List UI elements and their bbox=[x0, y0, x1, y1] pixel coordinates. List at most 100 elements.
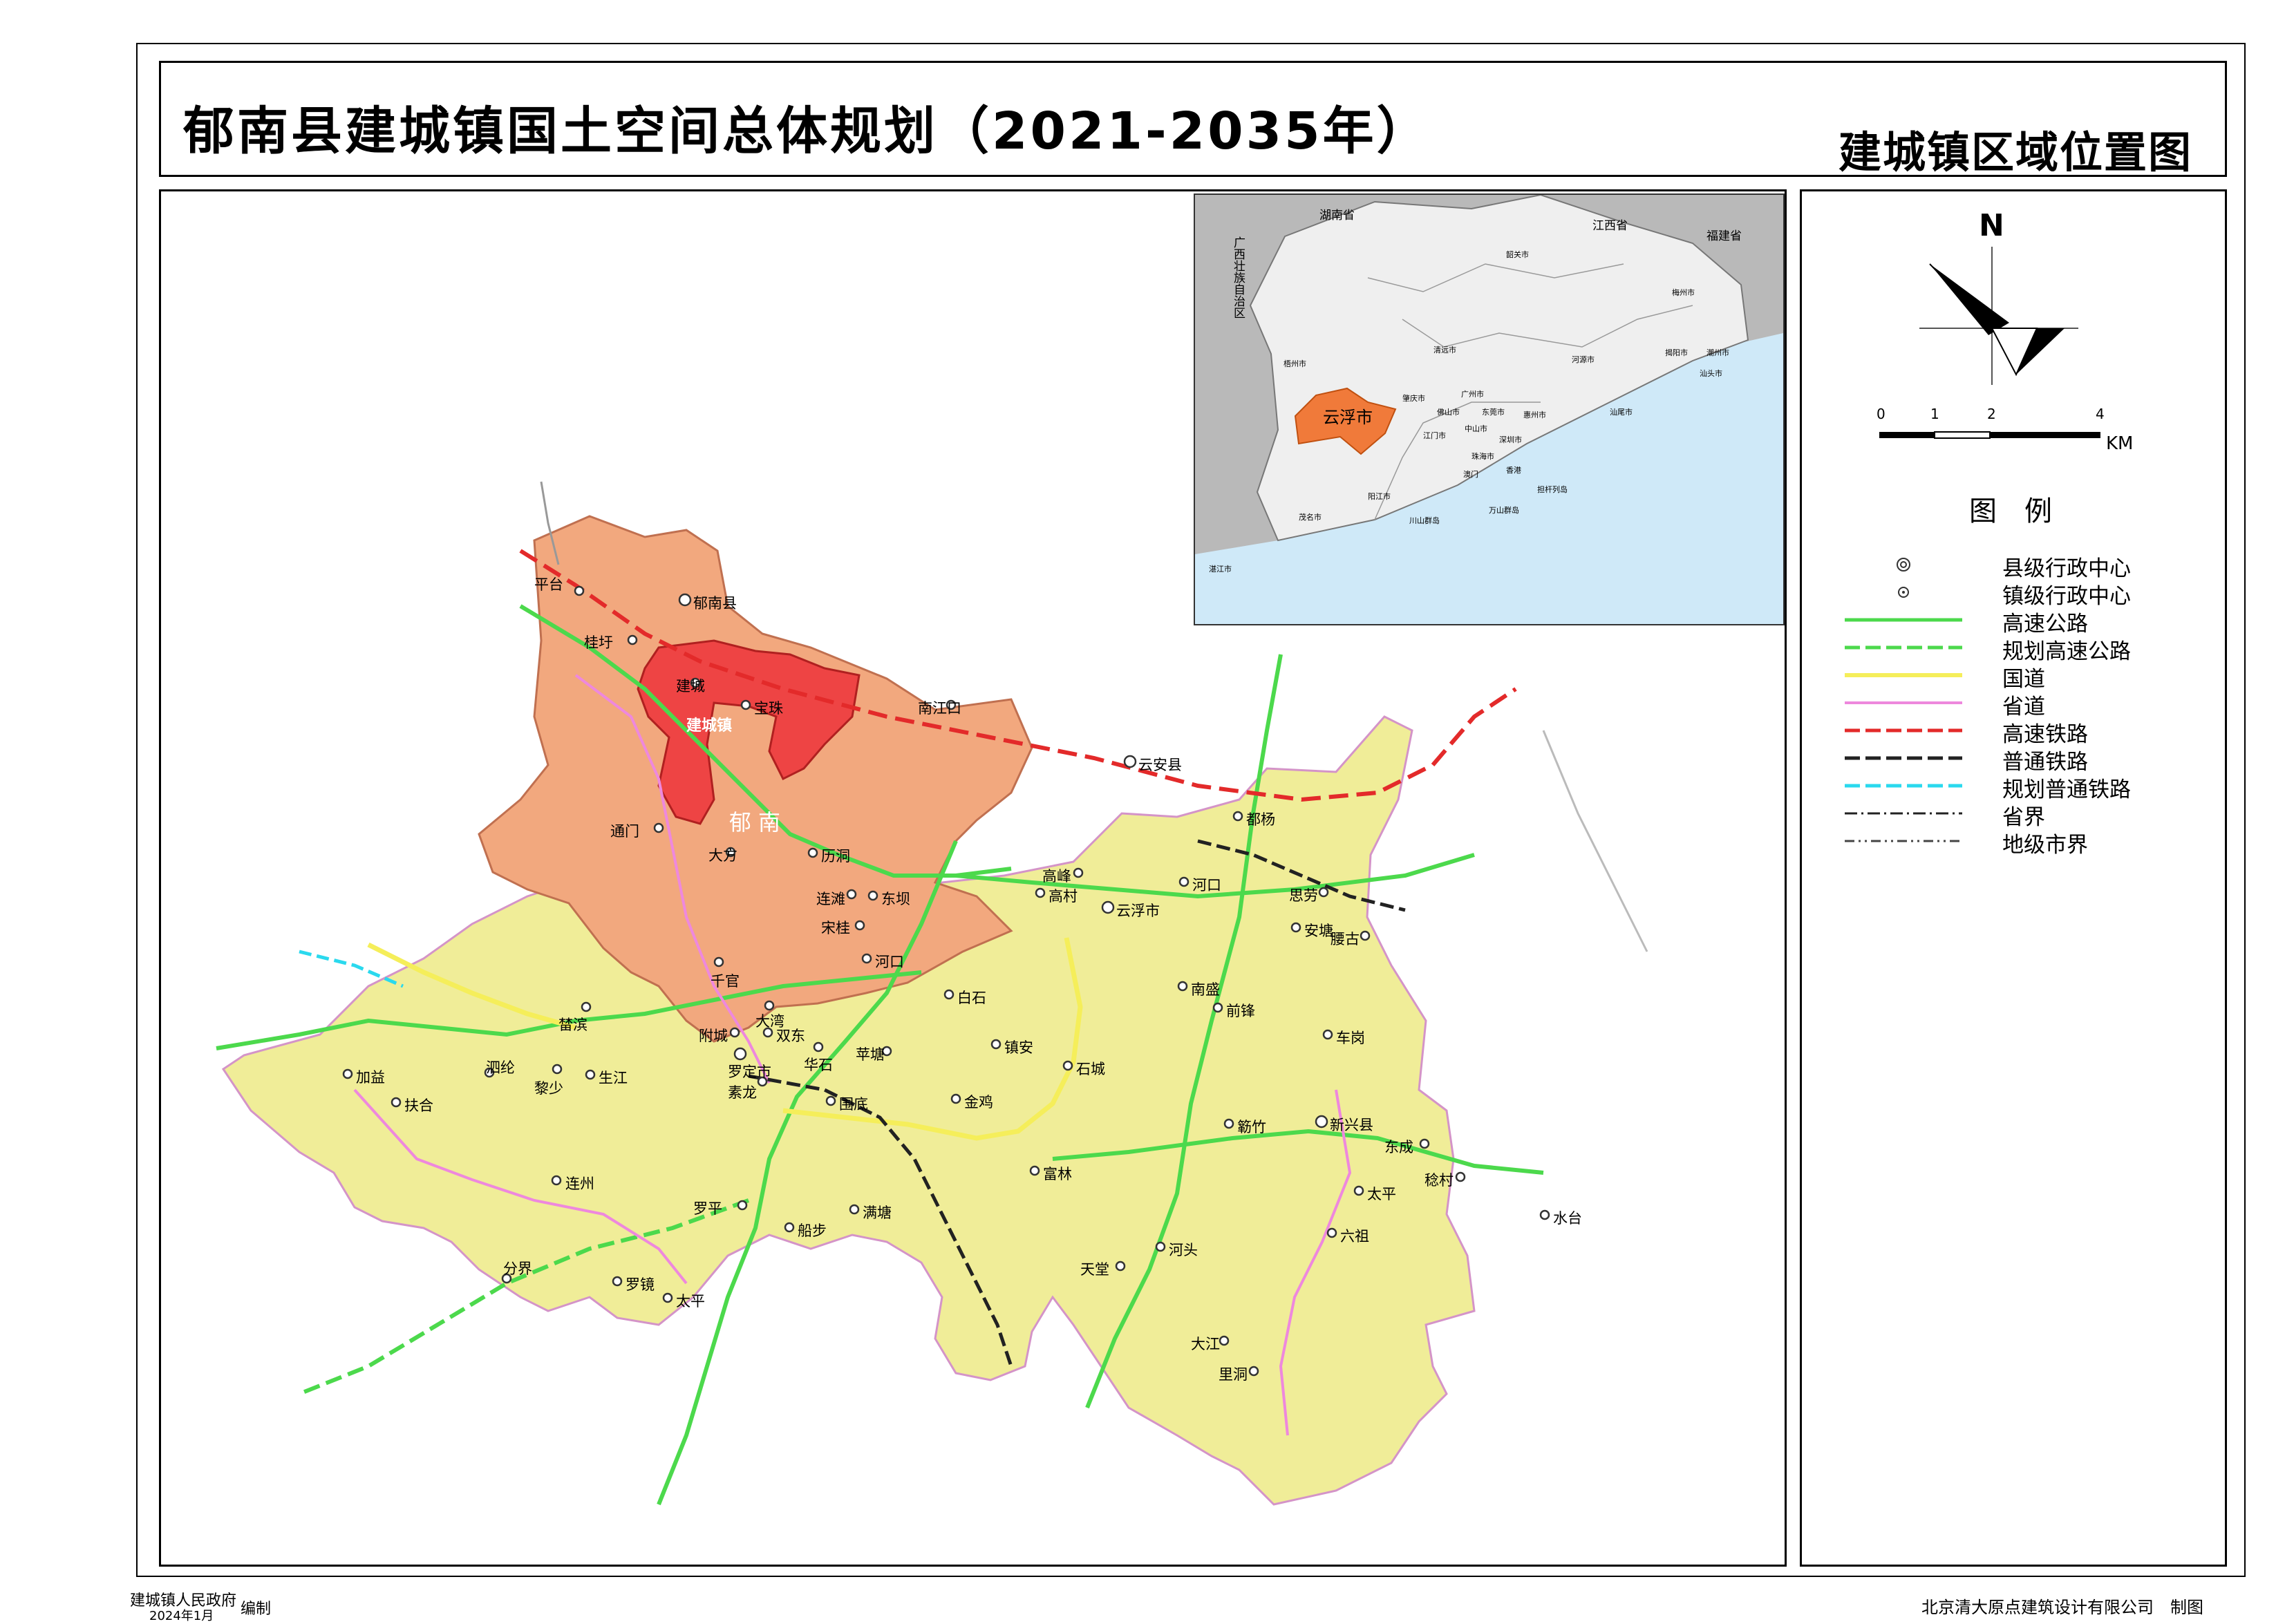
legend-label: 高速公路 bbox=[2002, 612, 2088, 636]
page-title: 郁南县建城镇国土空间总体规划（2021-2035年） bbox=[183, 102, 1431, 161]
inset-label-wuzhou: 梧州市 bbox=[1283, 359, 1306, 368]
place-label: 水台 bbox=[1553, 1210, 1582, 1227]
side-panel: N 0 1 2 4 KM 图 例 县级行政中心 镇级行政中心 高速公路 规划高速… bbox=[1800, 189, 2227, 1567]
place-label: 榃滨 bbox=[558, 1017, 587, 1033]
inset-location-map[interactable]: 湖南省 江西省 福建省 广西壮族自治区 云浮市 广州市 肇庆市 清远市 韶关市 … bbox=[1194, 193, 1785, 625]
town-label: 建城镇 bbox=[686, 717, 733, 735]
legend-label: 高速铁路 bbox=[2002, 722, 2088, 747]
place-label: 都杨 bbox=[1246, 811, 1275, 828]
place-label: 云安县 bbox=[1138, 757, 1182, 773]
legend-item: 普通铁路 bbox=[1802, 744, 2229, 775]
inset-label-zhuhai: 珠海市 bbox=[1471, 451, 1494, 461]
city-border-line-icon bbox=[1845, 840, 1962, 842]
place-label: 安塘 bbox=[1304, 923, 1333, 939]
inset-label-huizhou: 惠州市 bbox=[1523, 410, 1546, 419]
legend-item: 地级市界 bbox=[1802, 827, 2229, 858]
legend-label: 省道 bbox=[2002, 695, 2045, 719]
place-label: 历洞 bbox=[821, 848, 850, 865]
inset-label-shenzhen: 深圳市 bbox=[1499, 435, 1522, 444]
place-label: 金鸡 bbox=[964, 1094, 993, 1111]
inset-label-dongguan: 东莞市 bbox=[1482, 407, 1505, 417]
legend-label: 普通铁路 bbox=[2002, 750, 2088, 775]
place-label: 泗纶 bbox=[486, 1059, 515, 1076]
inset-label-maoming: 茂名市 bbox=[1299, 512, 1322, 522]
north-arrow-icon bbox=[1919, 247, 2078, 385]
scale-tick-0: 0 bbox=[1877, 406, 1886, 422]
legend-list: 县级行政中心 镇级行政中心 高速公路 规划高速公路 国道 省道 高速铁路 普通铁… bbox=[1802, 551, 2229, 862]
inset-label-wanshan: 万山群岛 bbox=[1489, 505, 1519, 515]
place-label: 高峰 bbox=[1042, 868, 1071, 885]
scale-tick-1: 1 bbox=[1930, 406, 1939, 422]
place-label: 扶合 bbox=[404, 1097, 433, 1114]
legend-item: 省道 bbox=[1802, 689, 2229, 719]
inset-label-hunan: 湖南省 bbox=[1319, 209, 1355, 223]
place-label: 东坝 bbox=[881, 891, 910, 907]
place-label: 罗平 bbox=[693, 1200, 722, 1217]
inset-label-jiangxi: 江西省 bbox=[1592, 219, 1628, 233]
place-label: 船步 bbox=[798, 1222, 827, 1239]
place-label: 簕竹 bbox=[1237, 1119, 1266, 1135]
place-label: 围底 bbox=[839, 1096, 868, 1113]
place-label: 富林 bbox=[1043, 1166, 1072, 1182]
legend-label: 镇级行政中心 bbox=[2002, 584, 2131, 609]
inset-label-yangjiang: 阳江市 bbox=[1368, 491, 1391, 501]
place-label: 大江 bbox=[1191, 1336, 1220, 1352]
place-label: 平台 bbox=[534, 576, 563, 593]
place-label: 河口 bbox=[875, 954, 904, 970]
place-label: 六祖 bbox=[1340, 1228, 1369, 1245]
place-label: 苹塘 bbox=[856, 1046, 885, 1063]
expressway-line-icon bbox=[1845, 618, 1962, 622]
inset-label-jieyang: 揭阳市 bbox=[1665, 348, 1688, 357]
place-label: 素龙 bbox=[728, 1084, 757, 1101]
place-label: 河口 bbox=[1192, 877, 1221, 894]
inset-label-fujian: 福建省 bbox=[1706, 229, 1742, 243]
province-border-line-icon bbox=[1845, 812, 1962, 815]
place-label: 新兴县 bbox=[1330, 1117, 1373, 1133]
legend-label: 规划高速公路 bbox=[2002, 639, 2131, 664]
legend-item: 省界 bbox=[1802, 800, 2229, 830]
legend-label: 规划普通铁路 bbox=[2002, 777, 2131, 802]
place-label: 华石 bbox=[804, 1057, 833, 1073]
planned-expressway-line-icon bbox=[1845, 645, 1962, 650]
inset-label-yunfu: 云浮市 bbox=[1323, 408, 1373, 427]
legend-label: 省界 bbox=[2002, 805, 2045, 830]
north-label: N bbox=[1979, 208, 2004, 243]
legend-item: 规划高速公路 bbox=[1802, 634, 2229, 664]
inset-svg: 湖南省 江西省 福建省 广西壮族自治区 云浮市 广州市 肇庆市 清远市 韶关市 … bbox=[1195, 195, 1783, 624]
inset-label-jiangmen: 江门市 bbox=[1423, 431, 1446, 440]
high-speed-rail-line-icon bbox=[1845, 728, 1962, 733]
place-label: 太平 bbox=[676, 1293, 705, 1310]
place-label: 石城 bbox=[1076, 1061, 1105, 1077]
place-label: 通门 bbox=[610, 823, 639, 840]
inset-label-dangan: 担杆列岛 bbox=[1537, 484, 1568, 494]
place-label: 罗镜 bbox=[626, 1276, 655, 1293]
place-label: 南盛 bbox=[1191, 981, 1220, 998]
place-label: 东成 bbox=[1384, 1139, 1413, 1155]
place-label: 宝珠 bbox=[754, 700, 783, 717]
place-label: 太平 bbox=[1367, 1186, 1396, 1202]
ordinary-rail-line-icon bbox=[1845, 756, 1962, 760]
legend-label: 国道 bbox=[2002, 667, 2045, 692]
inset-label-shanwei: 汕尾市 bbox=[1610, 407, 1633, 417]
inset-label-chuanshan: 川山群岛 bbox=[1409, 516, 1440, 525]
place-label: 郁南县 bbox=[693, 595, 737, 612]
legend-item: 规划普通铁路 bbox=[1802, 772, 2229, 802]
footer-date: 2024年1月 bbox=[149, 1609, 214, 1623]
place-label: 前锋 bbox=[1226, 1003, 1255, 1019]
place-label: 分界 bbox=[503, 1261, 532, 1277]
inset-label-zhongshan: 中山市 bbox=[1465, 424, 1487, 433]
county-center-icon bbox=[1897, 558, 1910, 572]
place-label: 河头 bbox=[1169, 1242, 1198, 1258]
inset-label-heyuan: 河源市 bbox=[1572, 355, 1595, 364]
place-label: 双东 bbox=[776, 1028, 805, 1044]
place-label: 思劳 bbox=[1289, 887, 1318, 904]
legend-item: 高速铁路 bbox=[1802, 717, 2229, 747]
place-label: 建城 bbox=[676, 678, 705, 695]
place-label: 连滩 bbox=[816, 891, 845, 907]
place-label: 南江口 bbox=[918, 700, 961, 717]
inset-label-qingyuan: 清远市 bbox=[1433, 345, 1456, 355]
scale-bar bbox=[1879, 431, 2100, 439]
inset-label-guangxi: 广西壮族自治区 bbox=[1231, 236, 1245, 319]
scale-tick-2: 2 bbox=[1987, 406, 1996, 422]
inset-label-foshan: 佛山市 bbox=[1437, 407, 1460, 417]
